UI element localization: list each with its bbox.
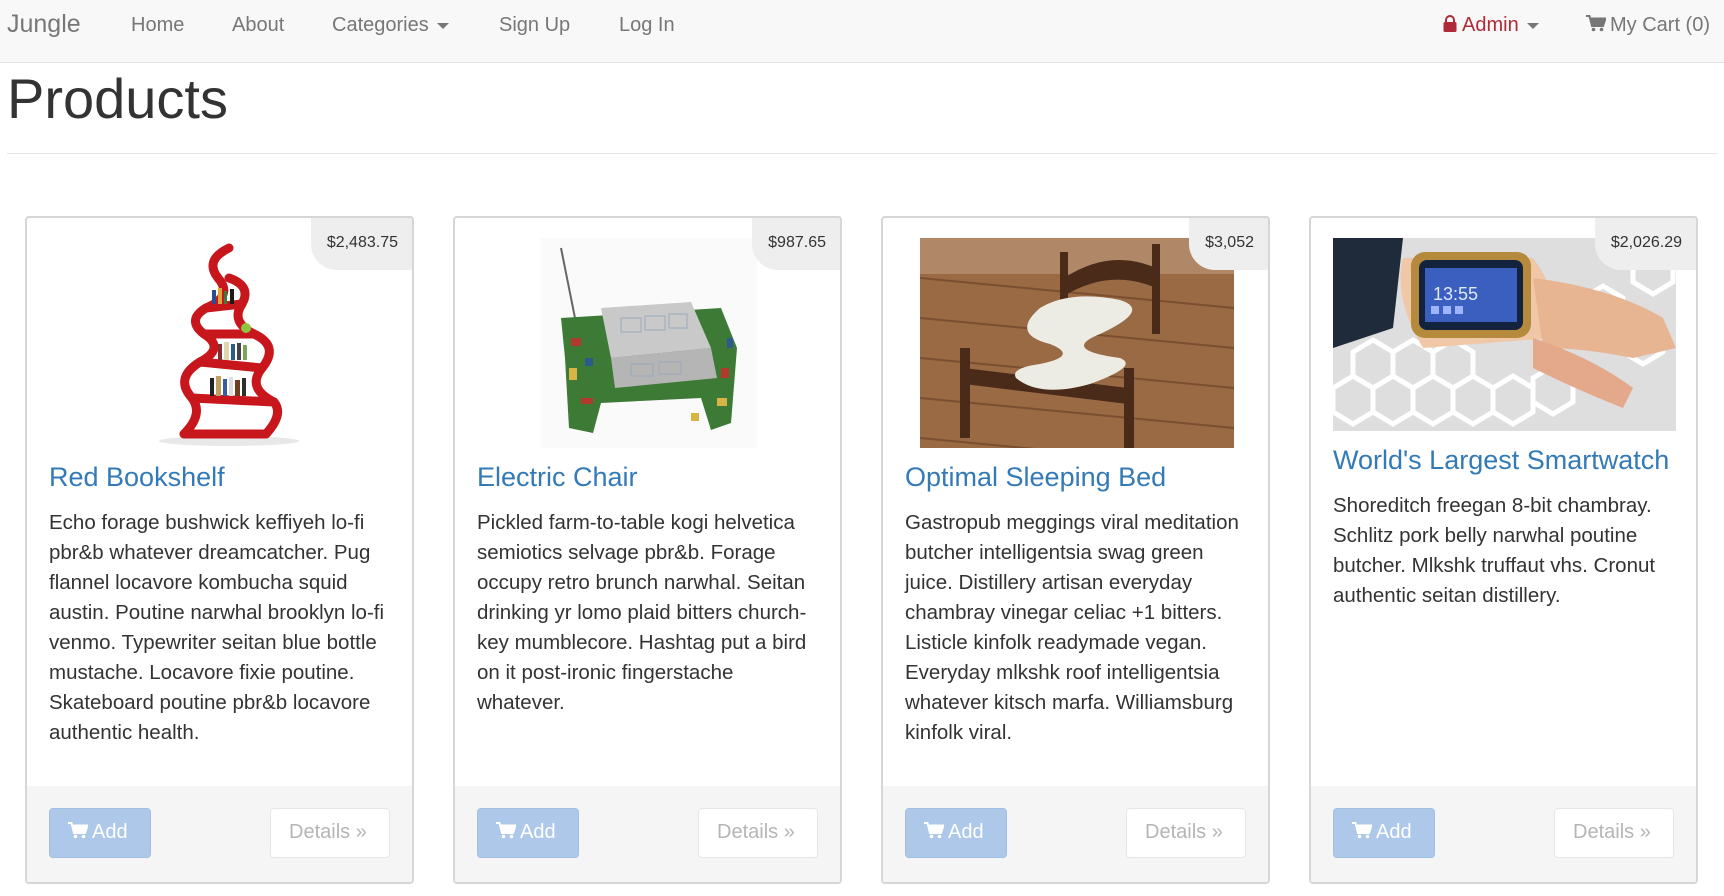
add-button-label: Add — [948, 821, 984, 843]
card-footer: Add Details » — [1311, 786, 1696, 882]
price-tag: $3,052 — [1189, 218, 1268, 270]
nav-login-link[interactable]: Log In — [619, 14, 675, 37]
product-card: $2,483.75 Red Bookshelf Echo forage bush… — [25, 216, 414, 884]
product-card: $3,052 Optimal Sleeping Bed Gastropub me… — [881, 216, 1270, 884]
add-to-cart-button[interactable]: Add — [477, 808, 579, 858]
details-button[interactable]: Details » — [1126, 808, 1246, 858]
add-button-label: Add — [1376, 821, 1412, 843]
add-to-cart-button[interactable]: Add — [1333, 808, 1435, 858]
product-description: Gastropub meggings viral meditation butc… — [905, 511, 1239, 744]
product-title-link[interactable]: World's Largest Smartwatch — [1333, 445, 1669, 476]
my-cart-label: My Cart (0) — [1610, 14, 1710, 36]
nav-categories-label: Categories — [332, 14, 429, 36]
nav-home-link[interactable]: Home — [131, 14, 184, 37]
my-cart-link[interactable]: My Cart (0) — [1586, 14, 1710, 37]
nav-signup-link[interactable]: Sign Up — [499, 14, 570, 37]
shopping-cart-icon — [68, 822, 88, 839]
add-to-cart-button[interactable]: Add — [49, 808, 151, 858]
details-button[interactable]: Details » — [1554, 808, 1674, 858]
shopping-cart-icon — [1352, 822, 1372, 839]
add-to-cart-button[interactable]: Add — [905, 808, 1007, 858]
card-footer: Add Details » — [883, 786, 1268, 882]
nav-categories-dropdown[interactable]: Categories — [332, 14, 449, 37]
product-description: Pickled farm-to-table kogi helvetica sem… — [477, 511, 807, 714]
product-description: Echo forage bushwick keffiyeh lo-fi pbr&… — [49, 511, 385, 744]
product-card: $987.65 Electric Chair Pickled farm-to-t… — [453, 216, 842, 884]
add-button-label: Add — [520, 821, 556, 843]
price-tag: $2,483.75 — [310, 218, 412, 270]
card-footer: Add Details » — [27, 786, 412, 882]
nav-about-link[interactable]: About — [232, 14, 284, 37]
shopping-cart-icon — [924, 822, 944, 839]
price-tag: $2,026.29 — [1594, 218, 1696, 270]
product-title-link[interactable]: Optimal Sleeping Bed — [905, 462, 1166, 493]
brand-logo-link[interactable]: Jungle — [7, 10, 81, 39]
details-button[interactable]: Details » — [698, 808, 818, 858]
sleeping-bed-image[interactable] — [920, 238, 1234, 448]
page-header: Products — [7, 62, 1717, 154]
product-card: 13:55 $2,026.29 World's Largest Smartwat… — [1309, 216, 1698, 884]
product-title-link[interactable]: Electric Chair — [477, 462, 638, 493]
chevron-down-icon — [436, 22, 449, 29]
admin-dropdown[interactable]: Admin — [1443, 14, 1539, 37]
electric-chair-image[interactable] — [541, 238, 757, 448]
lock-icon — [1443, 15, 1457, 32]
product-description: Shoreditch freegan 8-bit chambray. Schli… — [1333, 494, 1656, 607]
top-navbar: Jungle Home About Categories Sign Up Log… — [0, 0, 1724, 63]
watch-time-text: 13:55 — [1433, 284, 1478, 304]
add-button-label: Add — [92, 821, 128, 843]
shopping-cart-icon — [496, 822, 516, 839]
details-button[interactable]: Details » — [270, 808, 390, 858]
product-title-link[interactable]: Red Bookshelf — [49, 462, 225, 493]
red-bookshelf-image[interactable] — [134, 238, 308, 448]
page-title: Products — [7, 67, 228, 130]
card-footer: Add Details » — [455, 786, 840, 882]
price-tag: $987.65 — [752, 218, 840, 270]
admin-label: Admin — [1462, 14, 1519, 36]
chevron-down-icon — [1526, 22, 1539, 29]
shopping-cart-icon — [1586, 15, 1606, 32]
